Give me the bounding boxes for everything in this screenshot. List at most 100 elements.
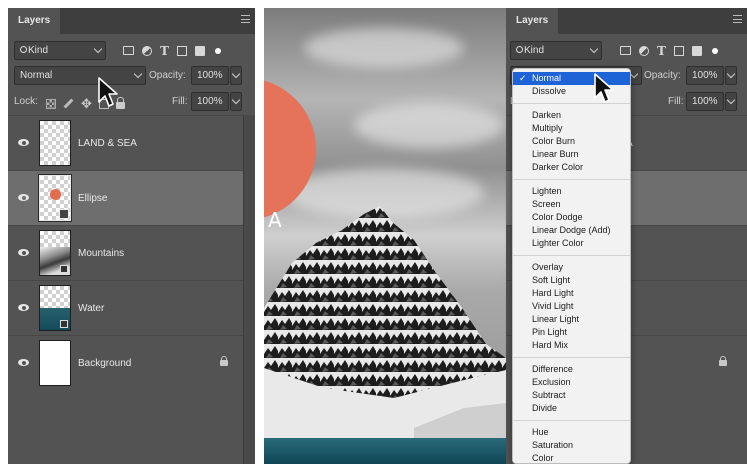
chevron-down-icon: [726, 95, 736, 105]
filter-icons: T: [123, 41, 221, 60]
blend-mode-value: Normal: [20, 70, 53, 81]
fill-dropdown-button[interactable]: [230, 92, 242, 111]
opacity-dropdown-button[interactable]: [230, 66, 242, 85]
blend-mode-option[interactable]: Overlay: [513, 261, 630, 274]
pixel-filter-icon[interactable]: [123, 46, 134, 55]
water-image: [264, 438, 506, 464]
filter-toggle-icon[interactable]: [711, 47, 718, 54]
chevron-down-icon: [629, 69, 639, 79]
blend-mode-option[interactable]: Hue: [513, 426, 630, 439]
smart-object-filter-icon[interactable]: [691, 45, 702, 56]
filter-kind-dropdown[interactable]: Kind: [510, 41, 602, 60]
opacity-label: Opacity:: [644, 70, 681, 81]
visibility-eye-icon[interactable]: [18, 304, 29, 311]
blend-mode-option[interactable]: Hard Light: [513, 287, 630, 300]
blend-mode-option[interactable]: Linear Dodge (Add): [513, 224, 630, 237]
opacity-input[interactable]: 100%: [686, 66, 724, 85]
panel-menu-icon[interactable]: [733, 15, 742, 23]
blend-mode-option[interactable]: Exclusion: [513, 376, 630, 389]
fill-dropdown-button[interactable]: [725, 92, 737, 111]
visibility-eye-icon[interactable]: [18, 139, 29, 146]
filter-kind-dropdown[interactable]: Kind: [14, 41, 106, 60]
layer-row-ellipse[interactable]: Ellipse: [8, 170, 243, 225]
layer-row-mountains[interactable]: Mountains: [8, 225, 243, 280]
blend-mode-option-label: Dissolve: [532, 86, 567, 96]
blend-mode-option[interactable]: Saturation: [513, 439, 630, 452]
opacity-input[interactable]: 100%: [191, 66, 229, 85]
mouse-cursor-icon: [98, 77, 118, 107]
fill-input[interactable]: 100%: [686, 92, 724, 111]
adjustment-filter-icon[interactable]: [142, 45, 152, 56]
shape-filter-icon[interactable]: [673, 45, 684, 56]
blend-mode-option-label: Multiply: [532, 123, 563, 133]
layer-thumbnail: [38, 174, 72, 222]
visibility-eye-icon[interactable]: [18, 194, 29, 201]
blend-mode-option[interactable]: Soft Light: [513, 274, 630, 287]
layer-row-land-sea[interactable]: LAND & SEA: [8, 115, 243, 170]
blend-mode-option[interactable]: Subtract: [513, 389, 630, 402]
panel-menu-icon[interactable]: [241, 15, 250, 23]
opacity-dropdown-button[interactable]: [725, 66, 737, 85]
layers-tab[interactable]: Layers: [506, 8, 559, 34]
blend-mode-option[interactable]: Color Burn: [513, 135, 630, 148]
blend-mode-option[interactable]: Pin Light: [513, 326, 630, 339]
filter-kind-label: Kind: [524, 45, 545, 56]
search-icon: [20, 46, 27, 53]
smart-object-badge-icon: [60, 320, 68, 328]
lock-position-icon[interactable]: ✥: [81, 97, 92, 110]
layer-row-background[interactable]: Background: [8, 335, 243, 390]
layers-scrollbar[interactable]: [243, 115, 255, 464]
shape-filter-icon[interactable]: [176, 45, 187, 56]
document-canvas[interactable]: A: [264, 8, 506, 464]
layer-thumbnail: [39, 120, 71, 166]
opacity-value: 100%: [692, 70, 718, 81]
blend-mode-option-label: Divide: [532, 403, 558, 413]
filter-kind-label: Kind: [28, 45, 49, 56]
blend-mode-option[interactable]: Difference: [513, 363, 630, 376]
blend-mode-option[interactable]: Multiply: [513, 122, 630, 135]
blend-mode-option[interactable]: Lighten: [513, 185, 630, 198]
layers-panel-left: Layers Kind T Normal Opacity: 100% Lock:…: [8, 8, 255, 464]
blend-mode-dropdown[interactable]: Normal: [14, 66, 146, 85]
type-filter-icon[interactable]: T: [657, 45, 666, 57]
layer-row-water[interactable]: Water: [8, 280, 243, 335]
blend-mode-option[interactable]: Hard Mix: [513, 339, 630, 352]
blend-mode-option-label: Pin Light: [532, 327, 568, 337]
blend-mode-option-label: Normal: [532, 73, 562, 83]
filter-icons: T: [620, 41, 718, 60]
blend-mode-option[interactable]: Color Dodge: [513, 211, 630, 224]
fill-input[interactable]: 100%: [191, 92, 229, 111]
visibility-eye-icon[interactable]: [18, 249, 29, 256]
fill-value: 100%: [692, 96, 718, 107]
blend-mode-option[interactable]: Darker Color: [513, 161, 630, 174]
blend-mode-option[interactable]: Color: [513, 452, 630, 463]
adjustment-filter-icon[interactable]: [639, 45, 649, 56]
ellipse-shape-icon: [50, 189, 61, 200]
smart-object-filter-icon[interactable]: [194, 45, 205, 56]
blend-mode-option-label: Linear Light: [532, 314, 580, 324]
blend-mode-option[interactable]: Screen: [513, 198, 630, 211]
blend-mode-option[interactable]: Linear Burn: [513, 148, 630, 161]
lock-image-pixels-icon[interactable]: [63, 98, 74, 109]
blend-mode-option-label: Darken: [532, 110, 562, 120]
visibility-eye-icon[interactable]: [18, 359, 29, 366]
lock-label: Lock:: [14, 96, 38, 107]
layer-thumbnail: [39, 285, 71, 331]
pixel-filter-icon[interactable]: [620, 46, 631, 55]
fill-value: 100%: [197, 96, 223, 107]
blend-mode-option-label: Saturation: [532, 440, 574, 450]
blend-mode-option-label: Hard Mix: [532, 340, 569, 350]
fill-label: Fill:: [668, 96, 684, 107]
mountain-image: [264, 206, 506, 464]
lock-pixels-icon[interactable]: [46, 98, 56, 109]
blend-mode-option[interactable]: Divide: [513, 402, 630, 415]
blend-mode-option[interactable]: Lighter Color: [513, 237, 630, 250]
type-filter-icon[interactable]: T: [160, 45, 169, 57]
blend-mode-option[interactable]: Darken: [513, 109, 630, 122]
blend-mode-option-label: Darker Color: [532, 162, 584, 172]
blend-mode-option-label: Lighten: [532, 186, 562, 196]
blend-mode-option[interactable]: Vivid Light: [513, 300, 630, 313]
layers-tab[interactable]: Layers: [8, 8, 61, 34]
filter-toggle-icon[interactable]: [214, 47, 221, 54]
blend-mode-option[interactable]: Linear Light: [513, 313, 630, 326]
